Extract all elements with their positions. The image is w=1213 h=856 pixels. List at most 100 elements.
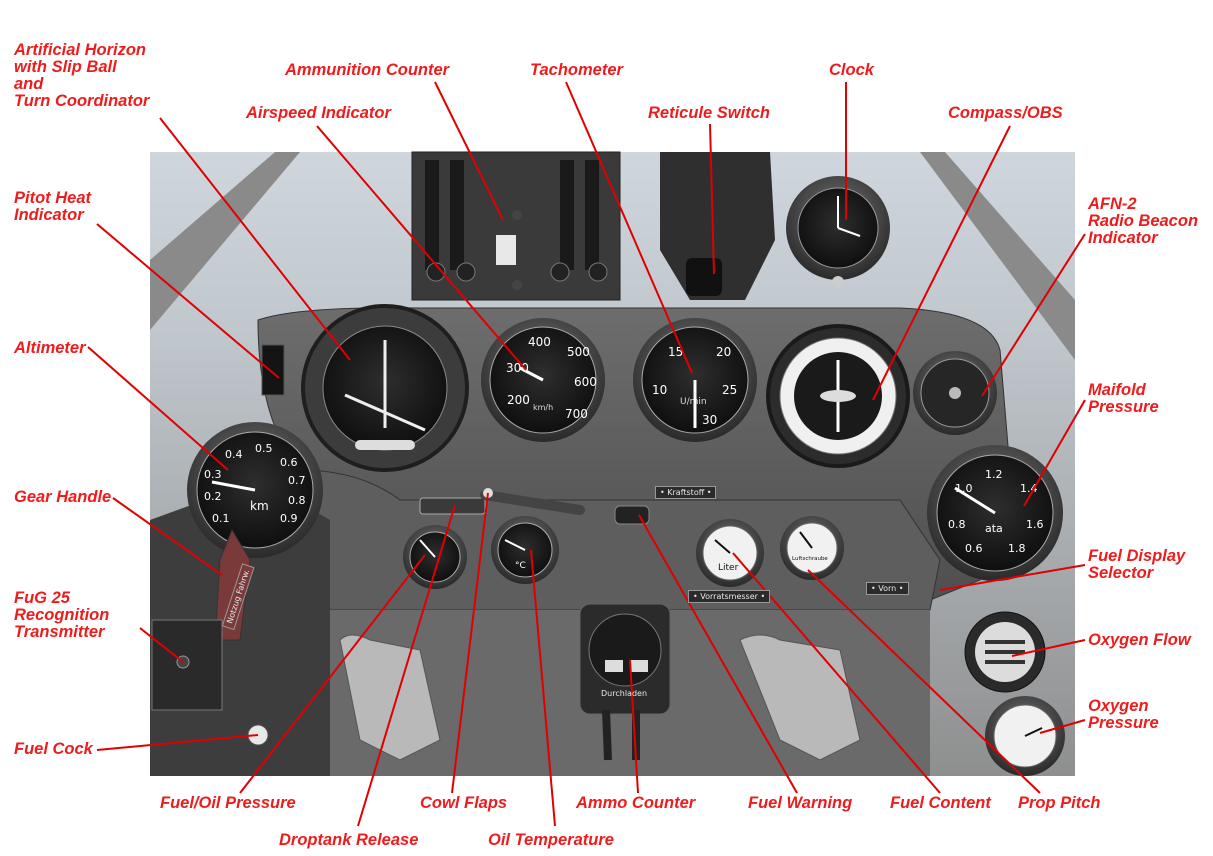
- altimeter-tick: 0.7: [288, 474, 306, 487]
- label-line: with Slip Ball: [14, 58, 117, 76]
- label-line: AFN-2: [1088, 195, 1137, 213]
- label-line: Fuel Display: [1088, 547, 1186, 565]
- pitot-heat-indicator: [261, 344, 285, 396]
- leader-altimeter: [87, 346, 229, 471]
- label-line: Indicator: [14, 206, 84, 224]
- label-manifold-pressure: Maifold Pressure: [1088, 382, 1159, 416]
- manifold-tick: 1.6: [1026, 518, 1044, 531]
- label-line: Radio Beacon: [1088, 212, 1199, 230]
- tachometer-unit: U/min: [680, 397, 707, 407]
- label-line: Droptank Release: [279, 831, 419, 849]
- label-line: Ammo Counter: [576, 794, 696, 812]
- label-line: Tachometer: [530, 61, 623, 79]
- label-line: Maifold: [1088, 381, 1146, 399]
- label-oxygen-pressure: Oxygen Pressure: [1088, 698, 1159, 732]
- label-compass-obs: Compass/OBS: [948, 105, 1063, 122]
- label-line: Clock: [829, 61, 874, 79]
- label-ammo-counter: Ammo Counter: [576, 795, 695, 812]
- label-prop-pitch: Prop Pitch: [1018, 795, 1101, 812]
- reticule-switch-knob: [686, 258, 722, 296]
- altimeter-tick: 0.8: [288, 494, 306, 507]
- altimeter-tick: 0.6: [280, 456, 298, 469]
- canopy-frame-left: [150, 152, 300, 330]
- manifold-pressure-gauge: 1.2 1.0 1.4 0.8 1.6 0.6 1.8 ata: [927, 445, 1063, 581]
- manifold-tick: 1.2: [985, 468, 1003, 481]
- airspeed-tick: 700: [565, 407, 588, 421]
- durchladen-placard: Durchladen: [601, 689, 648, 698]
- airspeed-tick: 600: [574, 375, 597, 389]
- altimeter-tick: 0.5: [255, 442, 273, 455]
- label-afn2: AFN-2 Radio Beacon Indicator: [1088, 196, 1198, 247]
- label-line: Oxygen Flow: [1088, 631, 1191, 649]
- altimeter-tick: 0.1: [212, 512, 230, 525]
- label-line: Artificial Horizon: [14, 41, 147, 59]
- label-reticule-switch: Reticule Switch: [648, 105, 770, 122]
- label-fuel-cock: Fuel Cock: [14, 741, 93, 758]
- oxygen-pressure-gauge: [985, 696, 1065, 776]
- label-line: Fuel Warning: [748, 794, 853, 812]
- fug25-box: [151, 619, 223, 711]
- label-gear-handle: Gear Handle: [14, 489, 111, 506]
- airspeed-tick: 500: [567, 345, 590, 359]
- label-fuel-warning: Fuel Warning: [748, 795, 852, 812]
- label-line: Indicator: [1088, 229, 1158, 247]
- label-cowl-flaps: Cowl Flaps: [420, 795, 507, 812]
- tachometer-tick: 25: [722, 383, 737, 397]
- label-oxygen-flow: Oxygen Flow: [1088, 632, 1191, 649]
- tachometer-tick: 20: [716, 345, 731, 359]
- label-line: Fuel Cock: [14, 740, 93, 758]
- label-ammunition-counter: Ammunition Counter: [285, 62, 449, 79]
- vorratsmesser-placard: • Vorratsmesser •: [688, 590, 771, 603]
- label-clock: Clock: [829, 62, 874, 79]
- label-line: Prop Pitch: [1018, 794, 1101, 812]
- label-fug25: FuG 25 Recognition Transmitter: [14, 590, 109, 641]
- fuel-oil-pressure-gauge: [403, 525, 467, 589]
- tachometer-tick: 30: [702, 413, 717, 427]
- kraftstoff-placard: • Kraftstoff •: [655, 486, 717, 499]
- altimeter-tick: 0.3: [204, 468, 222, 481]
- label-droptank-release: Droptank Release: [279, 832, 418, 849]
- label-tachometer: Tachometer: [530, 62, 623, 79]
- label-line: Ammunition Counter: [285, 61, 450, 79]
- label-fuel-oil-pressure: Fuel/Oil Pressure: [160, 795, 296, 812]
- airspeed-tick: 200: [507, 393, 530, 407]
- oil-temperature-gauge: °C: [491, 516, 559, 584]
- label-line: FuG 25: [14, 589, 70, 607]
- airspeed-unit: km/h: [533, 403, 553, 412]
- cockpit-diagram: 400 500 300 600 200 700 km/h 15 20 10 25…: [87, 81, 1086, 827]
- label-fuel-content: Fuel Content: [890, 795, 991, 812]
- prop-pitch-gauge: Luftschraube: [780, 516, 844, 580]
- altimeter-gauge: 0.4 0.5 0.6 0.3 0.7 0.2 0.8 0.1 0.9 km: [187, 422, 323, 558]
- oil-temp-unit: °C: [515, 561, 526, 571]
- label-line: Cowl Flaps: [420, 794, 508, 812]
- label-line: Airspeed Indicator: [246, 104, 391, 122]
- label-line: Fuel/Oil Pressure: [160, 794, 296, 812]
- tachometer-gauge: 15 20 10 25 30 U/min: [633, 318, 757, 442]
- label-airspeed: Airspeed Indicator: [246, 105, 391, 122]
- label-line: Pressure: [1088, 714, 1159, 732]
- label-line: Turn Coordinator: [14, 92, 150, 110]
- tachometer-tick: 10: [652, 383, 667, 397]
- manifold-tick: 0.6: [965, 542, 983, 555]
- label-line: Oil Temperature: [488, 831, 614, 849]
- label-line: Fuel Content: [890, 794, 991, 812]
- manifold-tick: 0.8: [948, 518, 966, 531]
- vorn-placard: • Vorn •: [866, 582, 909, 595]
- clock-gauge: [786, 176, 890, 288]
- manifold-tick: 1.8: [1008, 542, 1026, 555]
- airspeed-gauge: 400 500 300 600 200 700 km/h: [481, 318, 605, 442]
- label-line: Pitot Heat: [14, 189, 92, 207]
- airspeed-tick: 400: [528, 335, 551, 349]
- label-line: Altimeter: [14, 339, 86, 357]
- altimeter-unit: km: [250, 499, 269, 513]
- fuel-warning-light: [614, 505, 650, 525]
- label-line: and: [14, 75, 44, 93]
- label-artificial-horizon: Artificial Horizon with Slip Ball and Tu…: [14, 42, 149, 110]
- label-line: Compass/OBS: [948, 104, 1063, 122]
- label-line: Pressure: [1088, 398, 1159, 416]
- altimeter-tick: 0.4: [225, 448, 243, 461]
- label-line: Oxygen: [1088, 697, 1149, 715]
- fuel-content-unit: Liter: [718, 563, 739, 573]
- label-pitot-heat: Pitot Heat Indicator: [14, 190, 91, 224]
- label-line: Reticule Switch: [648, 104, 770, 122]
